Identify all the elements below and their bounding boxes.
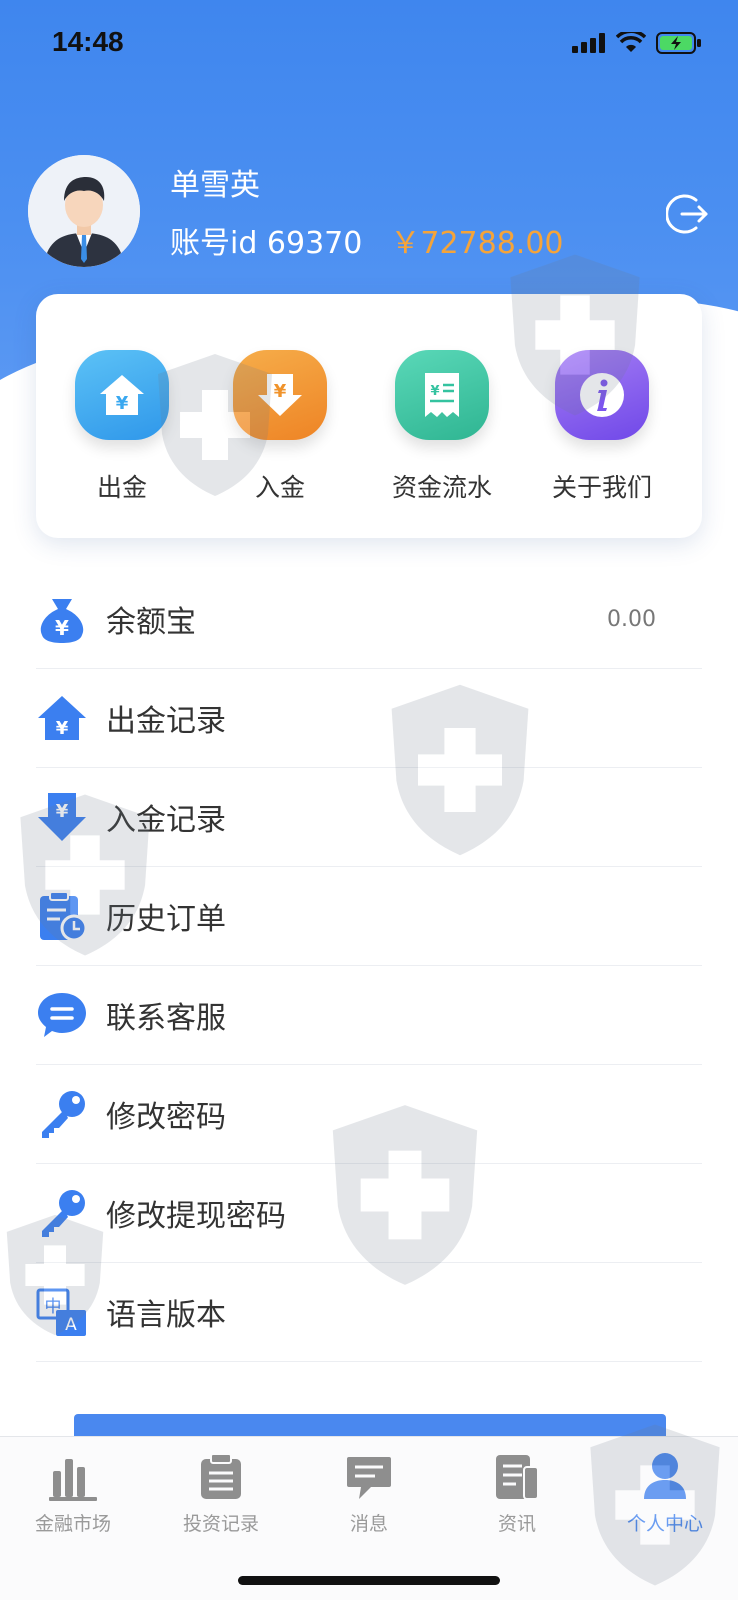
tab-investment-records[interactable]: 投资记录 — [151, 1445, 291, 1536]
menu-item-deposit-records[interactable]: ¥ 入金记录 — [36, 768, 702, 867]
quick-action-label: 资金流水 — [391, 473, 492, 502]
svg-text:¥: ¥ — [430, 384, 439, 399]
status-icons — [572, 32, 702, 54]
quick-action-fund-flow[interactable]: ¥ 资金流水 — [382, 350, 502, 504]
menu-item-customer-service[interactable]: 联系客服 — [36, 966, 702, 1065]
balance-treasure-value: 0.00 — [607, 606, 656, 632]
chat-bubble-icon — [36, 989, 88, 1041]
menu-item-label: 余额宝 — [106, 605, 196, 640]
menu-item-change-withdraw-password[interactable]: 修改提现密码 — [36, 1164, 702, 1263]
account-line: 账号id 69370 ￥72788.00 — [170, 218, 564, 262]
user-name: 单雪英 — [170, 168, 260, 203]
menu-item-change-password[interactable]: 修改密码 — [36, 1065, 702, 1164]
key-icon — [36, 1187, 88, 1239]
menu-item-withdraw-records[interactable]: ¥ 出金记录 — [36, 669, 702, 768]
menu-item-balance-treasure[interactable]: ¥ 余额宝 0.00 — [36, 570, 702, 669]
menu-item-label: 联系客服 — [106, 1001, 226, 1036]
account-id: 账号id 69370 — [170, 226, 363, 261]
logout-icon — [665, 194, 708, 234]
tab-market[interactable]: 金融市场 — [3, 1445, 143, 1536]
quick-action-withdraw[interactable]: ¥ 出金 — [62, 350, 182, 504]
menu-item-label: 语言版本 — [106, 1298, 226, 1333]
quick-action-label: 出金 — [96, 473, 147, 502]
tab-messages[interactable]: 消息 — [299, 1445, 439, 1536]
svg-text:¥: ¥ — [274, 381, 287, 402]
svg-text:¥: ¥ — [56, 801, 69, 822]
battery-icon — [656, 32, 701, 54]
tab-profile[interactable]: 个人中心 — [595, 1445, 735, 1536]
menu-item-label: 修改提现密码 — [106, 1199, 286, 1234]
quick-action-label: 关于我们 — [551, 473, 652, 502]
tab-label: 个人中心 — [626, 1513, 703, 1535]
svg-text:A: A — [65, 1315, 77, 1335]
bar-chart-icon — [3, 1445, 143, 1501]
home-indicator — [238, 1576, 500, 1585]
quick-action-about[interactable]: 关于我们 — [542, 350, 662, 504]
receipt-icon: ¥ — [395, 350, 489, 440]
order-history-icon — [36, 890, 88, 942]
account-balance: ￥72788.00 — [390, 226, 564, 261]
language-icon: 中 A — [36, 1286, 88, 1338]
menu-list: ¥ 余额宝 0.00 ¥ 出金记录 ¥ 入金记录 历史订单 联系客服 修改密码 … — [36, 570, 702, 1362]
tab-label: 消息 — [349, 1513, 388, 1535]
tab-label: 金融市场 — [34, 1513, 111, 1535]
logout-button[interactable] — [665, 192, 710, 236]
message-icon — [299, 1445, 439, 1501]
news-icon — [447, 1445, 587, 1501]
status-time: 14:48 — [52, 26, 124, 57]
menu-item-label: 修改密码 — [106, 1100, 226, 1135]
svg-text:¥: ¥ — [55, 616, 69, 640]
quick-action-label: 入金 — [254, 473, 305, 502]
tab-label: 资讯 — [497, 1513, 536, 1535]
avatar[interactable] — [28, 155, 140, 267]
clipboard-icon — [151, 1445, 291, 1501]
menu-item-label: 入金记录 — [106, 803, 226, 838]
wifi-icon — [616, 32, 646, 52]
status-bar: 14:48 — [0, 0, 738, 90]
menu-item-order-history[interactable]: 历史订单 — [36, 867, 702, 966]
menu-item-label: 历史订单 — [106, 902, 226, 937]
deposit-arrow-icon: ¥ — [233, 350, 327, 440]
withdraw-record-icon: ¥ — [36, 692, 88, 744]
withdraw-house-icon: ¥ — [75, 350, 169, 440]
menu-item-label: 出金记录 — [106, 704, 226, 739]
quick-action-deposit[interactable]: ¥ 入金 — [220, 350, 340, 504]
menu-item-language[interactable]: 中 A 语言版本 — [36, 1263, 702, 1362]
tab-label: 投资记录 — [182, 1513, 259, 1535]
quick-actions-card: ¥ 出金 ¥ 入金 ¥ 资金流水 关于我们 — [36, 294, 702, 538]
money-bag-icon: ¥ — [36, 593, 88, 645]
svg-text:¥: ¥ — [116, 393, 129, 414]
deposit-record-icon: ¥ — [36, 791, 88, 843]
svg-text:¥: ¥ — [56, 718, 69, 739]
key-icon — [36, 1088, 88, 1140]
user-avatar-icon — [28, 155, 140, 267]
info-icon — [555, 350, 649, 440]
user-icon — [595, 1445, 735, 1501]
tab-news[interactable]: 资讯 — [447, 1445, 587, 1536]
signal-icon — [572, 33, 605, 53]
